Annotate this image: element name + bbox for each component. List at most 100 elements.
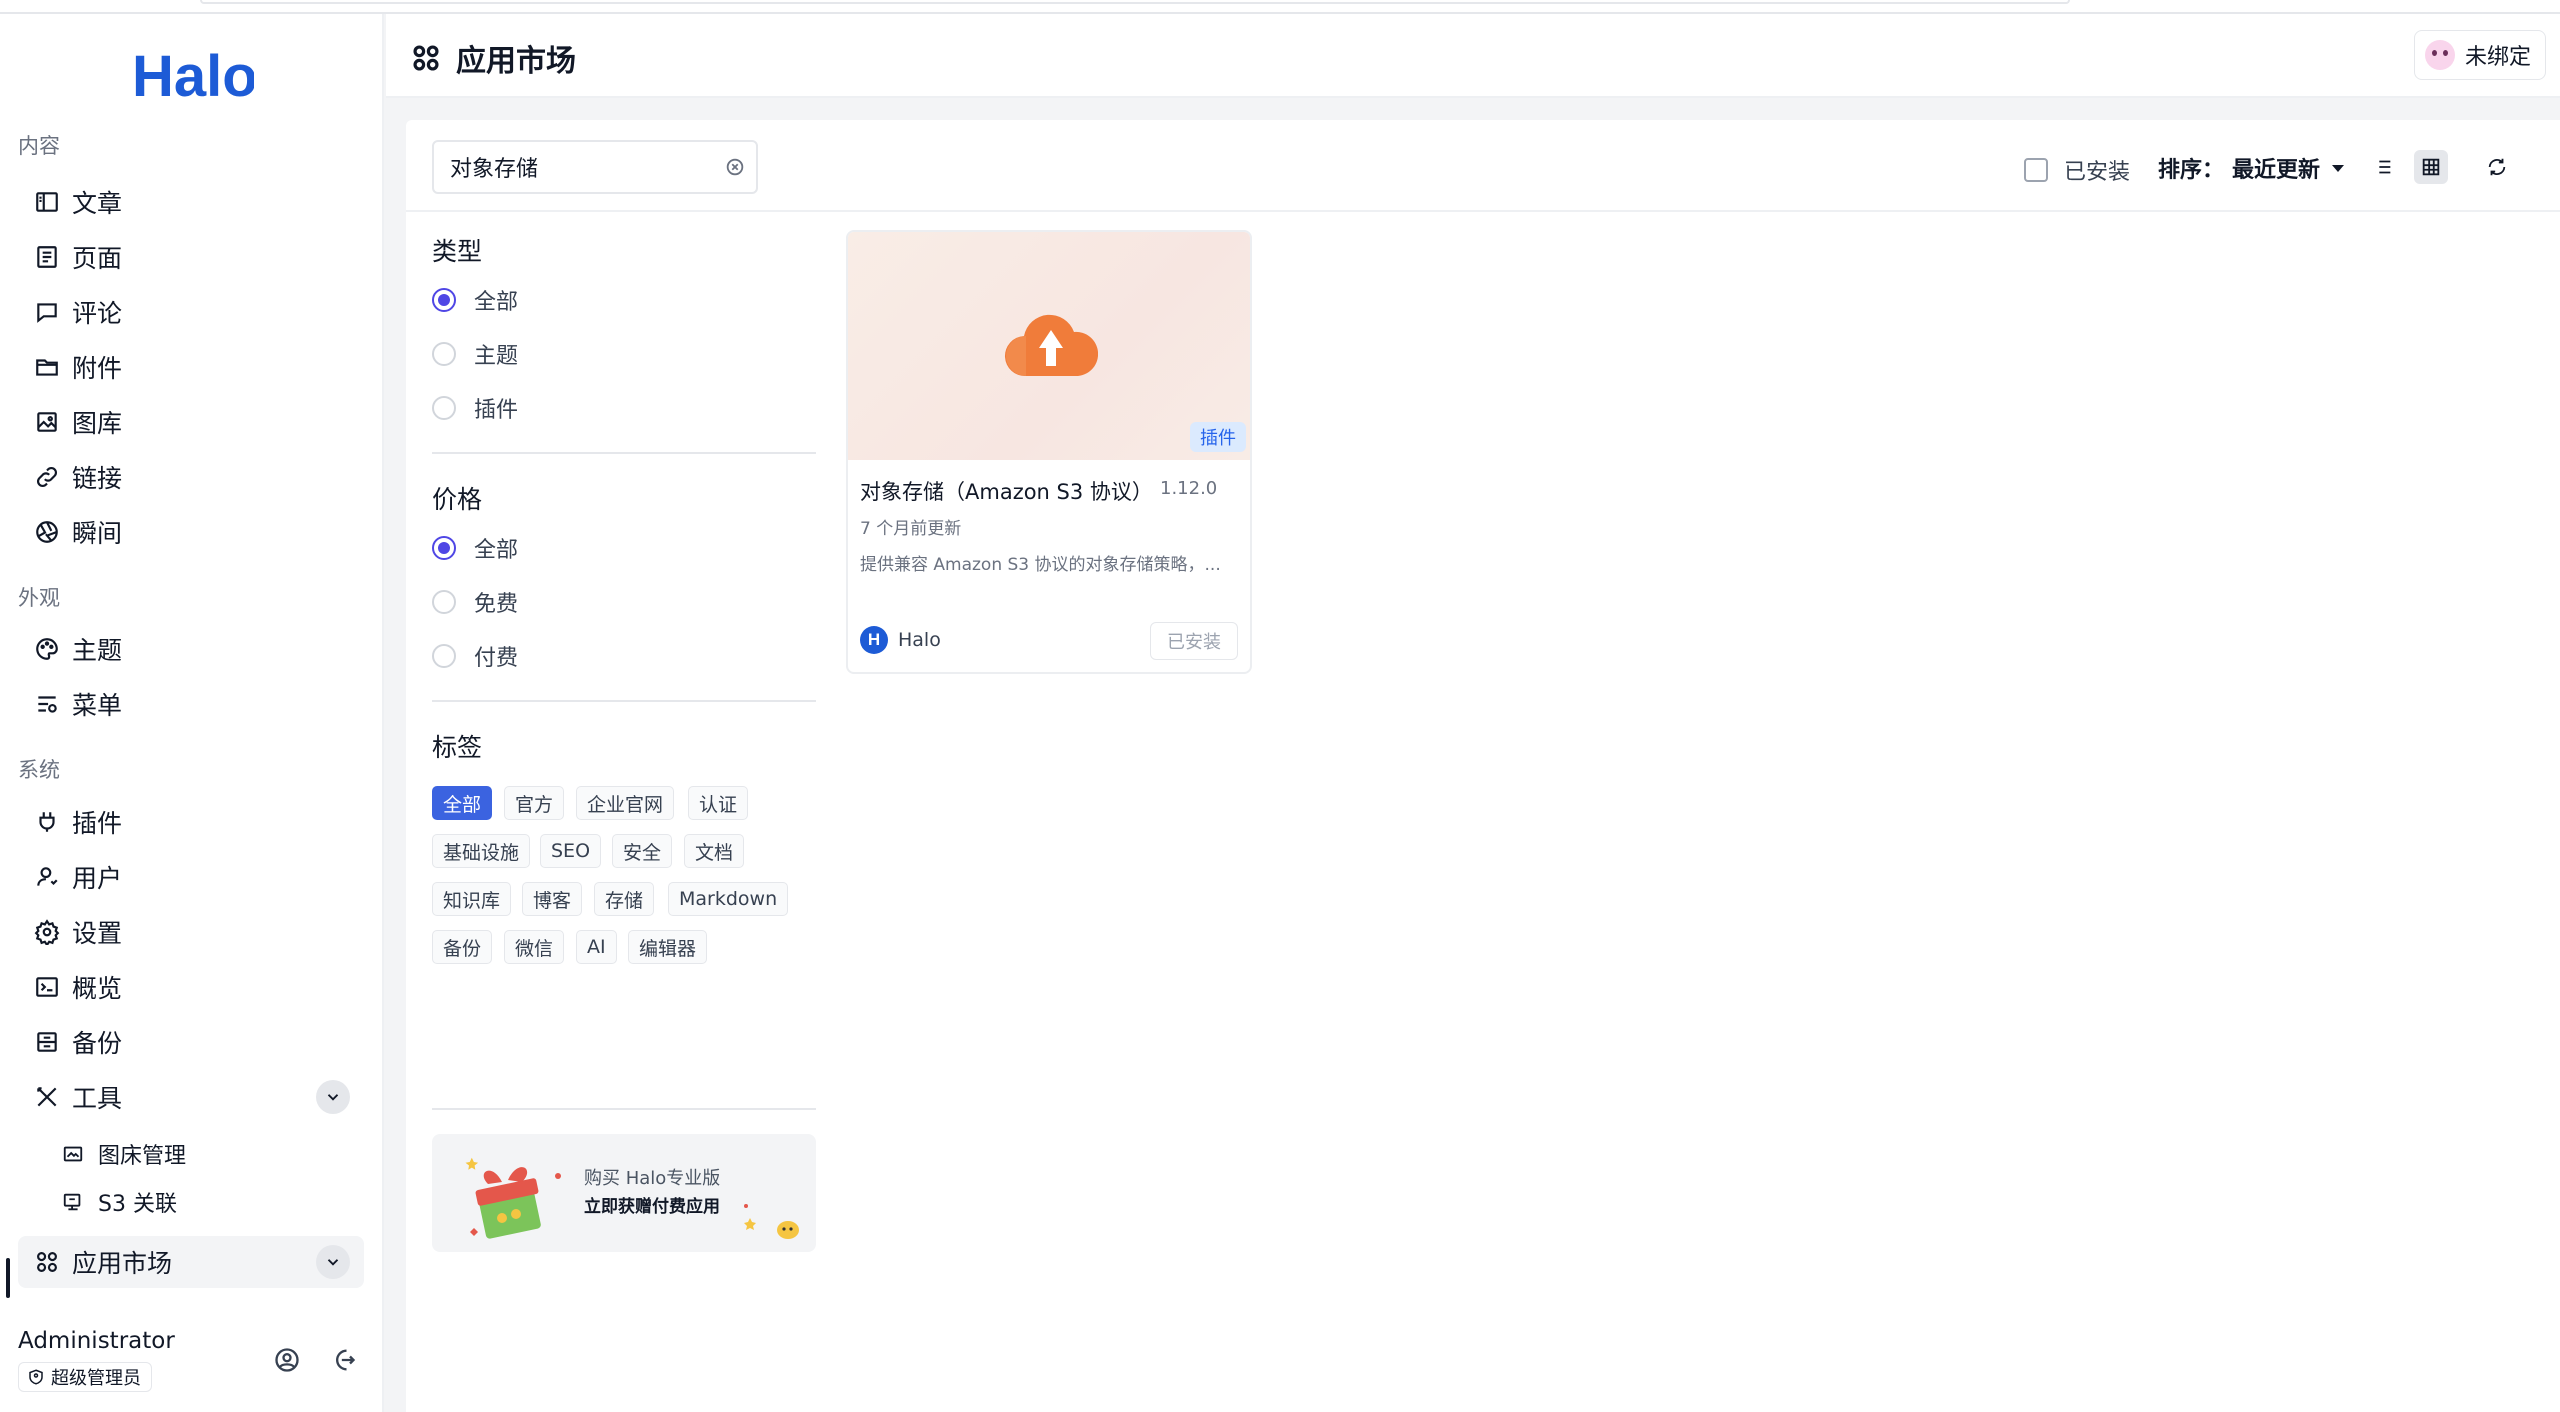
pro-promo-banner[interactable]: 购买 Halo专业版 立即获赠付费应用 bbox=[432, 1134, 816, 1252]
price-option-paid[interactable]: 付费 bbox=[432, 640, 518, 672]
radio[interactable] bbox=[432, 644, 456, 668]
browser-top-strip bbox=[0, 0, 2560, 14]
sidebar-item-overview[interactable]: 概览 bbox=[18, 961, 364, 1013]
refresh-button[interactable] bbox=[2480, 150, 2514, 184]
sidebar-item-moments[interactable]: 瞬间 bbox=[18, 506, 364, 558]
tag-chip[interactable]: 备份 bbox=[432, 930, 493, 964]
clear-search-icon[interactable] bbox=[724, 156, 746, 178]
sidebar-item-label: 工具 bbox=[72, 1084, 123, 1113]
logout-button[interactable] bbox=[326, 1343, 360, 1377]
app-version: 1.12.0 bbox=[1160, 478, 1218, 499]
profile-button[interactable] bbox=[270, 1343, 304, 1377]
radio[interactable] bbox=[432, 396, 456, 420]
sidebar-item-users[interactable]: 用户 bbox=[18, 851, 364, 903]
caret-down-icon bbox=[2332, 164, 2345, 172]
tag-chip[interactable]: 官方 bbox=[504, 786, 565, 820]
tag-chip[interactable]: 博客 bbox=[522, 882, 583, 916]
grid-apps-icon bbox=[413, 45, 439, 71]
search-input[interactable] bbox=[450, 154, 724, 180]
tag-chip[interactable]: 文档 bbox=[684, 834, 745, 868]
sidebar-item-settings[interactable]: 设置 bbox=[18, 906, 364, 958]
price-option-free[interactable]: 免费 bbox=[432, 586, 518, 618]
sidebar-item-comments[interactable]: 评论 bbox=[18, 286, 364, 338]
radio[interactable] bbox=[432, 590, 456, 614]
halo-logo[interactable]: Halo bbox=[130, 40, 254, 110]
book-open-icon bbox=[18, 189, 72, 215]
chevron-down-icon[interactable] bbox=[316, 1245, 350, 1279]
page-header: 应用市场 未绑定 bbox=[386, 14, 2560, 98]
sidebar-item-links[interactable]: 链接 bbox=[18, 451, 364, 503]
tag-chip[interactable]: SEO bbox=[540, 834, 602, 868]
radio-selected[interactable] bbox=[432, 288, 456, 312]
installed-filter-label: 已安装 bbox=[2064, 160, 2131, 185]
tag-chip[interactable]: Markdown bbox=[668, 882, 789, 916]
sidebar-item-image-bed[interactable]: 图床管理 bbox=[18, 1128, 364, 1180]
sidebar-item-label: 评论 bbox=[72, 299, 123, 328]
sidebar-item-posts[interactable]: 文章 bbox=[18, 176, 364, 228]
grid-view-button[interactable] bbox=[2414, 150, 2448, 184]
sidebar-item-label: 附件 bbox=[72, 354, 123, 383]
checkbox-box[interactable] bbox=[2024, 158, 2048, 182]
gift-box-icon bbox=[465, 1157, 561, 1239]
installed-button[interactable]: 已安装 bbox=[1150, 622, 1238, 660]
promo-line-2: 立即获赠付费应用 bbox=[584, 1197, 720, 1217]
app-market-panel: 已安装 排序： 最近更新 类型 全部 主题 插件 价格 全部 免费 付费 标签 … bbox=[406, 120, 2560, 1412]
sidebar-item-tools[interactable]: 工具 bbox=[18, 1071, 364, 1123]
type-option-plugin[interactable]: 插件 bbox=[432, 392, 518, 424]
logout-icon bbox=[336, 1349, 356, 1371]
tag-chip[interactable]: AI bbox=[576, 930, 617, 964]
tag-chip[interactable]: 微信 bbox=[504, 930, 565, 964]
sidebar-item-label: 图库 bbox=[72, 409, 123, 438]
tag-chip[interactable]: 认证 bbox=[688, 786, 749, 820]
sort-dropdown[interactable]: 排序： 最近更新 bbox=[2158, 152, 2345, 184]
type-option-all[interactable]: 全部 bbox=[432, 284, 518, 316]
sidebar-item-gallery[interactable]: 图库 bbox=[18, 396, 364, 448]
app-author[interactable]: H Halo bbox=[860, 626, 941, 654]
radio[interactable] bbox=[432, 342, 456, 366]
search-box bbox=[432, 140, 758, 194]
author-name: Halo bbox=[898, 629, 941, 651]
price-filter-title: 价格 bbox=[432, 485, 483, 514]
tag-chip[interactable]: 存储 bbox=[594, 882, 655, 916]
app-updated-time: 7 个月前更新 bbox=[860, 519, 962, 539]
type-filter-title: 类型 bbox=[432, 237, 483, 266]
app-card[interactable]: 插件 对象存储（Amazon S3 协议） 1.12.0 7 个月前更新 提供兼… bbox=[846, 230, 1252, 674]
radio-selected[interactable] bbox=[432, 536, 456, 560]
list-icon bbox=[2375, 160, 2391, 174]
tools-icon bbox=[18, 1084, 72, 1110]
sidebar-item-attachments[interactable]: 附件 bbox=[18, 341, 364, 393]
list-view-button[interactable] bbox=[2366, 150, 2400, 184]
link-icon bbox=[18, 464, 72, 490]
divider bbox=[432, 452, 816, 454]
bind-account-button[interactable]: 未绑定 bbox=[2413, 30, 2546, 80]
radio-label: 免费 bbox=[474, 592, 519, 617]
tag-chip[interactable]: 知识库 bbox=[432, 882, 512, 916]
sort-value: 最近更新 bbox=[2232, 158, 2321, 183]
sidebar-item-app-market[interactable]: 应用市场 bbox=[18, 1236, 364, 1288]
image-manage-icon bbox=[18, 1143, 98, 1165]
tag-chip[interactable]: 安全 bbox=[612, 834, 673, 868]
sidebar-item-pages[interactable]: 页面 bbox=[18, 231, 364, 283]
sidebar-item-menus[interactable]: 菜单 bbox=[18, 678, 364, 730]
sidebar-item-label: 主题 bbox=[72, 636, 123, 665]
sidebar-item-label: 应用市场 bbox=[72, 1249, 173, 1278]
sidebar-item-s3-link[interactable]: S3 关联 bbox=[18, 1176, 364, 1228]
type-option-theme[interactable]: 主题 bbox=[432, 338, 518, 370]
radio-label: 插件 bbox=[474, 398, 519, 423]
price-option-all[interactable]: 全部 bbox=[432, 532, 518, 564]
sidebar-item-backup[interactable]: 备份 bbox=[18, 1016, 364, 1068]
tag-chip[interactable]: 全部 bbox=[432, 786, 493, 820]
svg-text:Halo: Halo bbox=[132, 44, 254, 109]
sidebar-item-plugins[interactable]: 插件 bbox=[18, 796, 364, 848]
user-icon bbox=[18, 864, 72, 890]
sidebar-item-themes[interactable]: 主题 bbox=[18, 623, 364, 675]
tag-chip[interactable]: 编辑器 bbox=[628, 930, 708, 964]
chevron-down-icon[interactable] bbox=[316, 1080, 350, 1114]
installed-filter-checkbox[interactable]: 已安装 bbox=[2024, 154, 2130, 186]
tag-filter-title: 标签 bbox=[432, 733, 483, 762]
tag-chip[interactable]: 企业官网 bbox=[576, 786, 675, 820]
sidebar-item-label: 文章 bbox=[72, 189, 123, 218]
ghost-avatar-icon bbox=[2424, 40, 2455, 70]
archive-icon bbox=[18, 1029, 72, 1055]
tag-chip[interactable]: 基础设施 bbox=[432, 834, 531, 868]
